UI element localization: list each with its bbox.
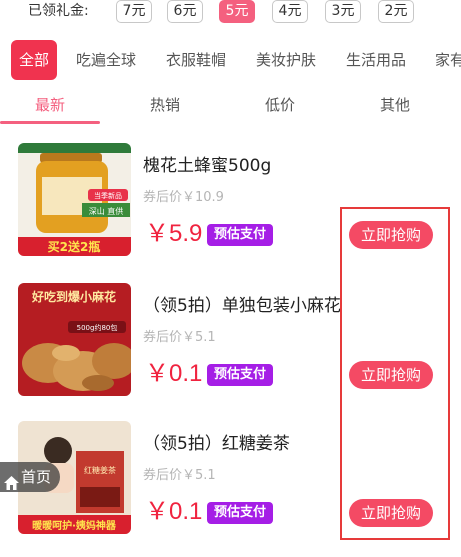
ginger-thumb-tag: 红糖姜茶 xyxy=(84,465,116,475)
product-coupon-price: 券后价￥5.1 xyxy=(143,468,216,483)
mahua-thumb-tag: 500g约80包 xyxy=(77,323,118,332)
product-image-mahua[interactable]: 好吃到爆小麻花 500g约80包 xyxy=(18,283,131,396)
honey-thumb-top: 当季新品 xyxy=(94,191,122,200)
category-tabs: 全部 吃遍全球 衣服鞋帽 美妆护肤 生活用品 家有 xyxy=(0,40,461,80)
estimated-pay-badge: 预估支付 xyxy=(207,502,274,524)
estimated-pay-badge: 预估支付 xyxy=(207,364,274,386)
category-tab-beauty[interactable]: 美妆护肤 xyxy=(256,40,316,80)
home-button[interactable]: 首页 xyxy=(0,462,60,492)
product-title[interactable]: （领5拍）单独包装小麻花 xyxy=(143,295,341,317)
coupon-option-7[interactable]: 7元 xyxy=(116,0,152,23)
product-coupon-price: 券后价￥5.1 xyxy=(143,330,216,345)
coupon-option-5[interactable]: 5元 xyxy=(219,0,255,23)
coupon-row: 已领礼金: 7元 6元 5元 4元 3元 2元 xyxy=(0,0,461,24)
coupon-option-6[interactable]: 6元 xyxy=(167,0,203,23)
honey-thumb-banner: 买2送2瓶 xyxy=(48,239,101,254)
sort-tab-low-price[interactable]: 低价 xyxy=(230,88,330,122)
sort-tab-other[interactable]: 其他 xyxy=(345,88,445,122)
product-price: ￥0.1 xyxy=(145,498,203,525)
category-tab-home[interactable]: 家有 xyxy=(435,40,461,80)
category-tab-clothing[interactable]: 衣服鞋帽 xyxy=(166,40,226,80)
home-label: 首页 xyxy=(21,468,52,486)
product-price: ￥0.1 xyxy=(145,360,203,387)
sort-tab-newest[interactable]: 最新 xyxy=(0,88,100,122)
coupon-option-3[interactable]: 3元 xyxy=(325,0,361,23)
sort-tabs: 最新 热销 低价 其他 xyxy=(0,88,461,124)
category-tab-daily-goods[interactable]: 生活用品 xyxy=(346,40,406,80)
home-icon xyxy=(4,470,19,490)
category-tab-global-food[interactable]: 吃遍全球 xyxy=(76,40,136,80)
coupon-label: 已领礼金: xyxy=(28,3,89,19)
product-title[interactable]: （领5拍）红糖姜茶 xyxy=(143,433,290,455)
sort-tab-hot[interactable]: 热销 xyxy=(115,88,215,122)
product-image-honey[interactable]: 当季新品 深山 直供 买2送2瓶 xyxy=(18,143,131,256)
category-tab-all[interactable]: 全部 xyxy=(11,40,57,80)
product-coupon-price: 券后价￥10.9 xyxy=(143,190,224,205)
sort-active-underline xyxy=(0,121,100,124)
coupon-option-2[interactable]: 2元 xyxy=(378,0,414,23)
highlight-box xyxy=(340,207,450,540)
estimated-pay-badge: 预估支付 xyxy=(207,224,274,246)
coupon-option-4[interactable]: 4元 xyxy=(272,0,308,23)
ginger-thumb-banner: 暖暖呵护·姨妈神器 xyxy=(32,519,117,532)
product-price: ￥5.9 xyxy=(145,220,203,247)
mahua-thumb-banner: 好吃到爆小麻花 xyxy=(31,289,116,304)
honey-thumb-tag: 深山 直供 xyxy=(89,206,124,216)
product-title[interactable]: 槐花土蜂蜜500g xyxy=(143,155,271,177)
